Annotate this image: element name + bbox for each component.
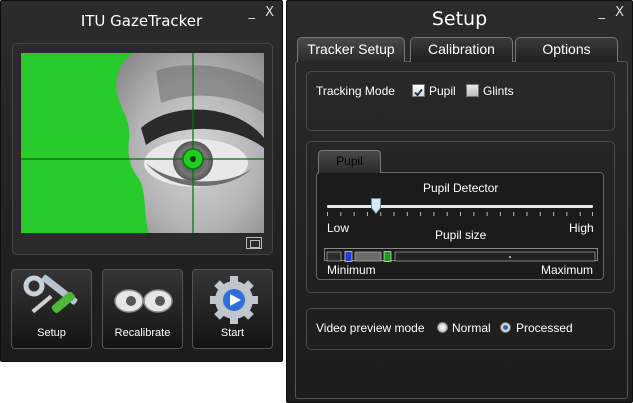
recalibrate-label: Recalibrate (114, 327, 171, 339)
normal-radio-label: Normal (452, 321, 491, 335)
pupil-detector-title: Pupil Detector (423, 181, 499, 195)
video-preview-label: Video preview mode (316, 321, 425, 335)
processed-radio[interactable] (500, 322, 511, 333)
window-controls: _ X (592, 5, 624, 20)
tab-tracker-setup[interactable]: Tracker Setup (297, 37, 405, 62)
start-button[interactable]: Start (192, 269, 273, 349)
range-maximum-label: Maximum (541, 263, 594, 277)
glints-checkbox-label: Glints (483, 84, 514, 98)
camera-preview-frame (12, 43, 273, 255)
slider-ticks (327, 212, 593, 216)
tracking-mode-group (306, 71, 615, 131)
pupil-size-title: Pupil size (435, 228, 487, 242)
range-minimum-label: Minimum (327, 263, 376, 277)
gear-play-icon (210, 276, 258, 324)
setup-label: Setup (37, 327, 66, 339)
glints-checkbox[interactable] (466, 84, 479, 97)
pupil-size-range-slider[interactable] (324, 248, 598, 262)
slider-low-label: Low (327, 221, 350, 235)
tab-pupil[interactable]: Pupil (318, 150, 381, 173)
tracking-mode-label: Tracking Mode (316, 84, 395, 98)
tab-options[interactable]: Options (515, 37, 618, 62)
normal-radio[interactable] (437, 322, 448, 333)
minimize-button[interactable]: _ (598, 5, 605, 20)
window-controls: _ X (242, 5, 274, 20)
range-slider-graphic (326, 251, 596, 262)
gazetracker-window: ITU GazeTracker _ X Setup Recalibrate St… (0, 0, 283, 362)
eyes-icon (114, 289, 173, 313)
checkmark-icon (414, 88, 423, 97)
pupil-checkbox-label: Pupil (429, 84, 456, 98)
recalibrate-button[interactable]: Recalibrate (102, 269, 183, 349)
close-button[interactable]: X (615, 5, 624, 20)
close-button[interactable]: X (265, 5, 274, 20)
eye-image (21, 53, 264, 233)
fullscreen-icon[interactable] (246, 237, 262, 249)
processed-radio-label: Processed (516, 321, 573, 335)
window-title: Setup (431, 8, 488, 30)
window-title: ITU GazeTracker (80, 12, 203, 30)
pupil-detector-slider-track[interactable] (327, 205, 593, 208)
camera-preview (21, 53, 264, 233)
setup-button[interactable]: Setup (11, 269, 92, 349)
wrench-screwdriver-icon (23, 274, 78, 314)
tab-calibration[interactable]: Calibration (410, 37, 513, 62)
pupil-checkbox[interactable] (412, 84, 425, 97)
slider-high-label: High (569, 221, 594, 235)
minimize-button[interactable]: _ (248, 5, 255, 20)
start-label: Start (220, 327, 245, 339)
